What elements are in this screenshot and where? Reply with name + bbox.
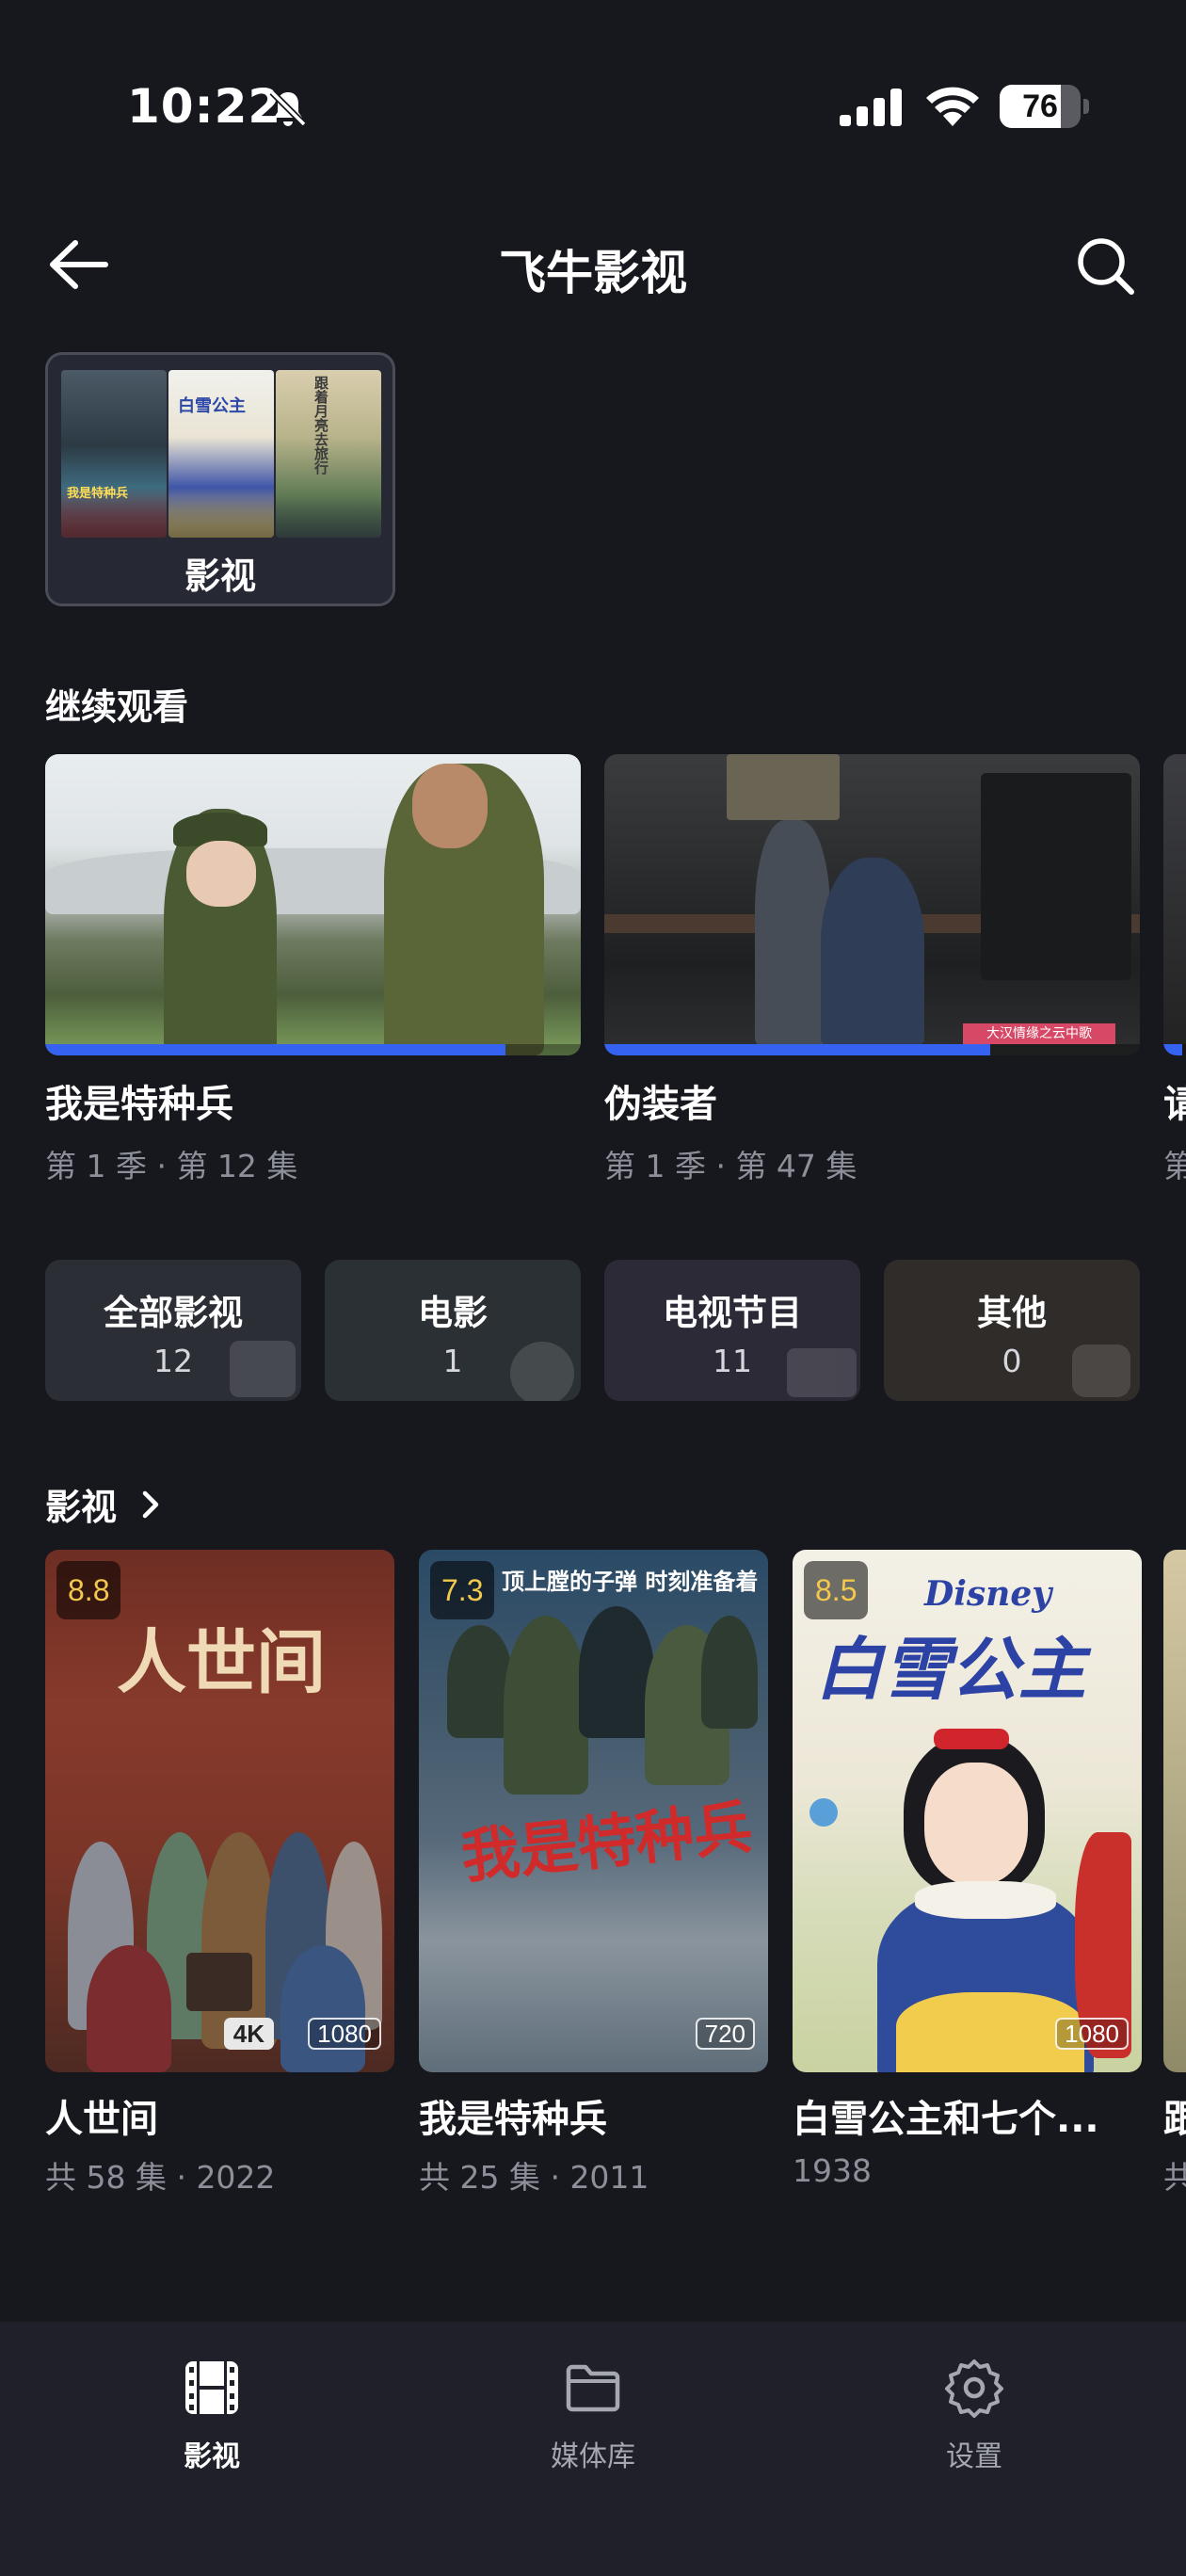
continue-title-3[interactable]: 请 [1163, 1073, 1186, 1128]
category-chip-tv[interactable]: 电视节目 11 [604, 1260, 860, 1401]
battery-percent: 76 [1022, 89, 1058, 124]
resolution-badge-1080-2: 1080 [1055, 2018, 1129, 2050]
snow-white-bow [934, 1729, 1009, 1749]
media-poster-1[interactable]: 人世间 8.8 4K 1080 [45, 1550, 394, 2072]
continue-title-2[interactable]: 伪装者 [604, 1073, 717, 1128]
continue-subtitle-3: 第 [1163, 1148, 1186, 1184]
media-poster-3-title-art: 白雪公主 [815, 1629, 1087, 1709]
continue-watching-title: 继续观看 [45, 686, 189, 728]
resolution-badge-4k: 4K [223, 2018, 274, 2050]
media-title-3[interactable]: 白雪公主和七个... [793, 2088, 1150, 2143]
category-chip-all-count: 12 [153, 1343, 193, 1379]
wifi-icon [926, 87, 979, 126]
continue-card-3[interactable] [1163, 754, 1186, 1055]
nav-item-library[interactable]: 媒体库 [480, 2350, 706, 2473]
continue-progress-2 [604, 1044, 990, 1055]
status-bar: 10:22 76 [0, 0, 1186, 188]
chevron-right-icon[interactable] [139, 1488, 164, 1521]
resolution-badge-720: 720 [695, 2018, 755, 2050]
bottom-navigation: 影视 媒体库 设置 [0, 2322, 1186, 2576]
media-title-4[interactable]: 跟 [1163, 2088, 1186, 2143]
continue-subtitle-2: 第 1 季 · 第 47 集 [604, 1148, 857, 1184]
gear-icon [945, 2359, 1003, 2418]
media-poster-2-title-art: 我是特种兵 [457, 1792, 756, 1892]
continue-card-1[interactable] [45, 754, 581, 1055]
nav-label-library: 媒体库 [551, 2440, 635, 2473]
bell-muted-icon [269, 89, 307, 127]
tv-set-icon [186, 1953, 252, 2011]
folder-icon [566, 2364, 620, 2412]
media-subtitle-4: 共 [1163, 2159, 1186, 2196]
media-poster-2-tagline: 顶上膛的子弹 时刻准备着 [502, 1569, 759, 1595]
category-chip-other[interactable]: 其他 0 [884, 1260, 1140, 1401]
nav-label-media: 影视 [184, 2440, 240, 2473]
continue-card-2[interactable]: 大汉情缘之云中歌 [604, 754, 1140, 1055]
rating-badge-1: 8.8 [56, 1561, 121, 1619]
status-time: 10:22 [127, 79, 282, 134]
library-tile[interactable]: 我是特种兵 白雪公主 跟着月亮去旅行 影视 [45, 352, 395, 606]
snow-white-face [924, 1763, 1028, 1885]
bluebird [809, 1798, 838, 1827]
media-section-title[interactable]: 影视 [45, 1478, 117, 1530]
category-chip-all-label: 全部影视 [104, 1293, 243, 1333]
media-title-1[interactable]: 人世间 [45, 2088, 394, 2143]
battery-indicator: 76 [1000, 85, 1090, 128]
category-chip-all[interactable]: 全部影视 12 [45, 1260, 301, 1401]
nav-item-media[interactable]: 影视 [99, 2350, 325, 2473]
media-poster-2[interactable]: 顶上膛的子弹 时刻准备着 我是特种兵 7.3 720 [419, 1550, 768, 2072]
nav-label-settings: 设置 [946, 2440, 1002, 2473]
continue-progress-3 [1163, 1044, 1182, 1055]
resolution-badge-1080: 1080 [308, 2018, 381, 2050]
category-chip-movies-label: 电影 [418, 1293, 488, 1333]
media-poster-1-title-art: 人世间 [117, 1622, 326, 1703]
media-subtitle-2: 共 25 集 · 2011 [419, 2159, 649, 2196]
continue-progress-1 [45, 1044, 506, 1055]
page-title: 飞牛影视 [499, 246, 687, 300]
disney-logo: Disney [924, 1574, 1052, 1614]
rating-badge-3: 8.5 [804, 1561, 869, 1619]
film-icon [185, 2361, 238, 2414]
category-chip-other-label: 其他 [977, 1293, 1047, 1333]
library-cover-3-text: 跟着月亮去旅行 [313, 376, 329, 475]
continue-card-2-caption: 大汉情缘之云中歌 [963, 1023, 1115, 1044]
media-subtitle-1: 共 58 集 · 2022 [45, 2159, 276, 2196]
rating-badge-2: 7.3 [430, 1561, 495, 1619]
category-chip-other-count: 0 [1002, 1343, 1022, 1379]
category-chip-movies-count: 1 [442, 1343, 463, 1379]
category-chip-tv-label: 电视节目 [663, 1293, 802, 1333]
media-title-2[interactable]: 我是特种兵 [419, 2088, 768, 2143]
library-label: 影视 [184, 555, 256, 597]
snow-white-collar [915, 1881, 1056, 1919]
library-cover-2-text: 白雪公主 [178, 396, 246, 416]
continue-subtitle-1: 第 1 季 · 第 12 集 [45, 1148, 298, 1184]
media-poster-3[interactable]: Disney 白雪公主 8.5 1080 [793, 1550, 1142, 2072]
signal-icon [840, 89, 902, 126]
nav-item-settings[interactable]: 设置 [861, 2350, 1087, 2473]
continue-title-1[interactable]: 我是特种兵 [45, 1073, 233, 1128]
media-subtitle-3: 1938 [793, 2152, 872, 2189]
media-poster-4[interactable] [1163, 1550, 1186, 2072]
search-icon[interactable] [1075, 235, 1135, 296]
category-chip-tv-count: 11 [713, 1343, 752, 1379]
category-chip-movies[interactable]: 电影 1 [325, 1260, 581, 1401]
